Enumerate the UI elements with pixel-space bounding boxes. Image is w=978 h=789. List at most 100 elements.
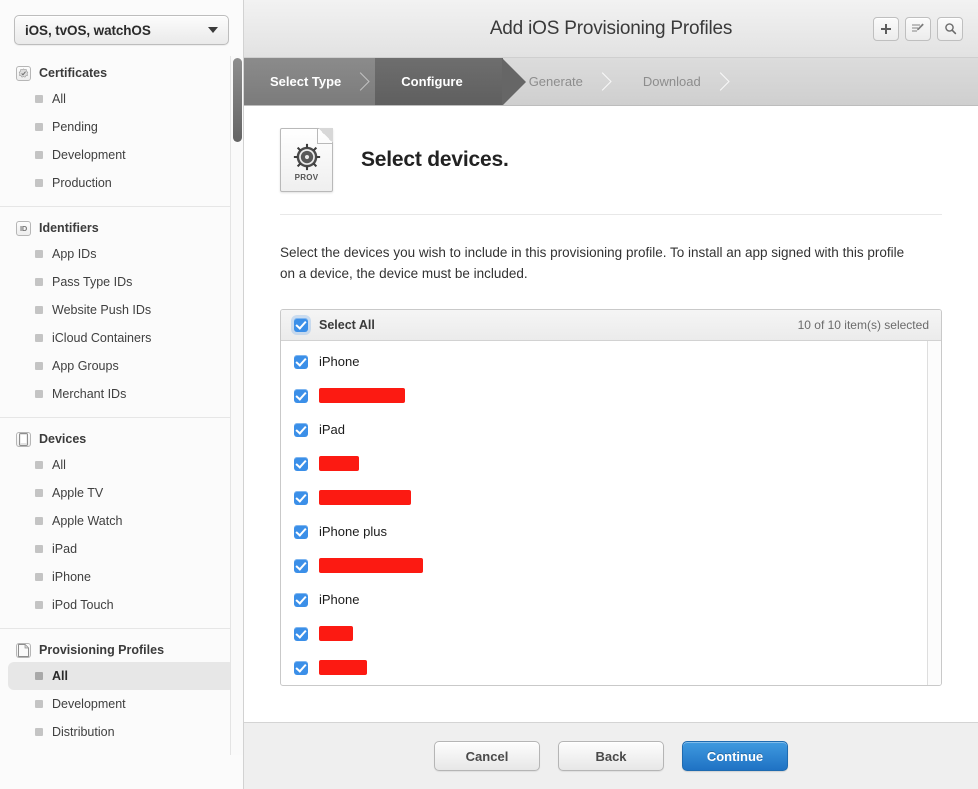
- sidebar-item-label: Distribution: [52, 725, 115, 739]
- sidebar-item-distribution[interactable]: Distribution: [8, 718, 235, 746]
- cancel-button[interactable]: Cancel: [434, 741, 540, 771]
- wizard-content: PROV Select devices. Select the devices …: [244, 106, 978, 722]
- device-row[interactable]: iPhone: [281, 583, 927, 617]
- sidebar-group-identifiers: ID Identifiers App IDs Pass Type IDs Website…: [0, 206, 243, 412]
- redacted-device-name: [319, 456, 359, 472]
- wizard-step-configure[interactable]: Configure: [375, 58, 527, 105]
- sidebar-item-development[interactable]: Development: [8, 690, 235, 718]
- section-divider: [280, 214, 942, 215]
- step-chevron-icon: [711, 71, 730, 91]
- bullet-icon: [35, 362, 43, 370]
- sidebar-scrollbar-thumb[interactable]: [233, 58, 242, 142]
- sidebar-item-label: Pending: [52, 120, 98, 134]
- sidebar: iOS, tvOS, watchOS Certificates All Pendin…: [0, 0, 244, 789]
- redacted-device-name: [319, 388, 405, 404]
- sidebar-item-ipod-touch[interactable]: iPod Touch: [8, 591, 235, 619]
- content-description: Select the devices you wish to include i…: [280, 245, 905, 281]
- redacted-device-name: [319, 490, 411, 506]
- sidebar-item-ipad[interactable]: iPad: [8, 535, 235, 563]
- sidebar-item-label: App Groups: [52, 359, 119, 373]
- wizard-steps: Select Type Configure Generate Download: [244, 58, 978, 106]
- bullet-icon: [35, 573, 43, 581]
- device-checkbox[interactable]: [294, 558, 308, 573]
- device-checkbox[interactable]: [294, 456, 308, 471]
- sidebar-item-label: Apple Watch: [52, 514, 123, 528]
- sidebar-item-label: All: [52, 669, 68, 683]
- sidebar-item-all[interactable]: All: [8, 85, 235, 113]
- sidebar-group-provisioning-profiles: Provisioning Profiles All Development Distr…: [0, 628, 243, 750]
- sidebar-item-website-push-ids[interactable]: Website Push IDs: [8, 296, 235, 324]
- device-row[interactable]: [281, 617, 927, 651]
- device-checkbox[interactable]: [294, 592, 308, 607]
- document-icon: [16, 642, 31, 658]
- device-row[interactable]: [281, 481, 927, 515]
- device-name: iPhone plus: [319, 524, 387, 540]
- device-checkbox[interactable]: [294, 626, 308, 641]
- sidebar-scrollbar[interactable]: [230, 56, 243, 755]
- bullet-icon: [35, 601, 43, 609]
- wizard-step-generate[interactable]: Generate: [503, 58, 617, 105]
- provisioning-portal-window: iOS, tvOS, watchOS Certificates All Pendin…: [0, 0, 978, 789]
- edit-pencil-icon: [912, 23, 924, 32]
- bullet-icon: [35, 250, 43, 258]
- edit-button[interactable]: [905, 16, 931, 41]
- device-list-body: iPhone iPad iPhone plus iPhone: [281, 340, 941, 685]
- device-row[interactable]: [281, 549, 927, 583]
- bullet-icon: [35, 728, 43, 736]
- continue-button[interactable]: Continue: [682, 741, 788, 771]
- device-row[interactable]: iPad: [281, 413, 927, 447]
- sidebar-item-production[interactable]: Production: [8, 169, 235, 197]
- sidebar-item-apple-watch[interactable]: Apple Watch: [8, 507, 235, 535]
- wizard-step-label: Configure: [401, 74, 463, 89]
- device-checkbox[interactable]: [294, 524, 308, 539]
- device-list-panel: Select All 10 of 10 item(s) selected iPh…: [280, 308, 942, 686]
- wizard-step-select-type[interactable]: Select Type: [244, 58, 399, 105]
- sidebar-item-label: Apple TV: [52, 486, 104, 500]
- device-name: iPhone: [319, 354, 360, 370]
- select-all-row[interactable]: Select All 10 of 10 item(s) selected: [281, 309, 941, 341]
- device-list-scrollbar[interactable]: [927, 340, 941, 685]
- back-button[interactable]: Back: [558, 741, 664, 771]
- device-checkbox[interactable]: [294, 422, 308, 437]
- sidebar-item-app-groups[interactable]: App Groups: [8, 352, 235, 380]
- certificate-seal-icon: [16, 65, 31, 81]
- device-row[interactable]: [281, 379, 927, 413]
- search-button[interactable]: [937, 16, 963, 41]
- sidebar-group-header: Certificates: [0, 61, 243, 85]
- platform-selector[interactable]: iOS, tvOS, watchOS: [14, 15, 229, 45]
- device-row[interactable]: iPhone: [281, 345, 927, 379]
- step-chevron-icon: [593, 71, 612, 91]
- step-chevron-icon: [351, 71, 370, 91]
- sidebar-group-header: ID Identifiers: [0, 216, 243, 240]
- device-row[interactable]: [281, 447, 927, 481]
- sidebar-item-iphone[interactable]: iPhone: [8, 563, 235, 591]
- wizard-step-label: Select Type: [270, 74, 342, 89]
- sidebar-item-merchant-ids[interactable]: Merchant IDs: [8, 380, 235, 408]
- sidebar-item-label: iPod Touch: [52, 598, 114, 612]
- device-row[interactable]: iPhone plus: [281, 515, 927, 549]
- sidebar-group-title: Identifiers: [39, 221, 99, 235]
- bullet-icon: [35, 545, 43, 553]
- device-checkbox[interactable]: [294, 388, 308, 403]
- sidebar-item-apple-tv[interactable]: Apple TV: [8, 479, 235, 507]
- sidebar-item-pending[interactable]: Pending: [8, 113, 235, 141]
- select-all-checkbox[interactable]: [294, 317, 308, 332]
- add-button[interactable]: [873, 16, 899, 41]
- sidebar-item-label: iCloud Containers: [52, 331, 152, 345]
- device-checkbox[interactable]: [294, 490, 308, 505]
- device-row[interactable]: [281, 651, 927, 685]
- device-rows: iPhone iPad iPhone plus iPhone: [281, 341, 927, 685]
- sidebar-item-pass-type-ids[interactable]: Pass Type IDs: [8, 268, 235, 296]
- sidebar-group-header: Devices: [0, 427, 243, 451]
- sidebar-group-title: Certificates: [39, 66, 108, 80]
- sidebar-item-all[interactable]: All: [8, 451, 235, 479]
- wizard-step-download[interactable]: Download: [617, 58, 735, 105]
- device-checkbox[interactable]: [294, 660, 308, 675]
- sidebar-item-label: App IDs: [52, 247, 97, 261]
- gear-icon: [293, 143, 320, 171]
- sidebar-item-development[interactable]: Development: [8, 141, 235, 169]
- sidebar-item-app-ids[interactable]: App IDs: [8, 240, 235, 268]
- sidebar-item-icloud-containers[interactable]: iCloud Containers: [8, 324, 235, 352]
- device-checkbox[interactable]: [294, 354, 308, 369]
- sidebar-item-all[interactable]: All: [8, 662, 235, 690]
